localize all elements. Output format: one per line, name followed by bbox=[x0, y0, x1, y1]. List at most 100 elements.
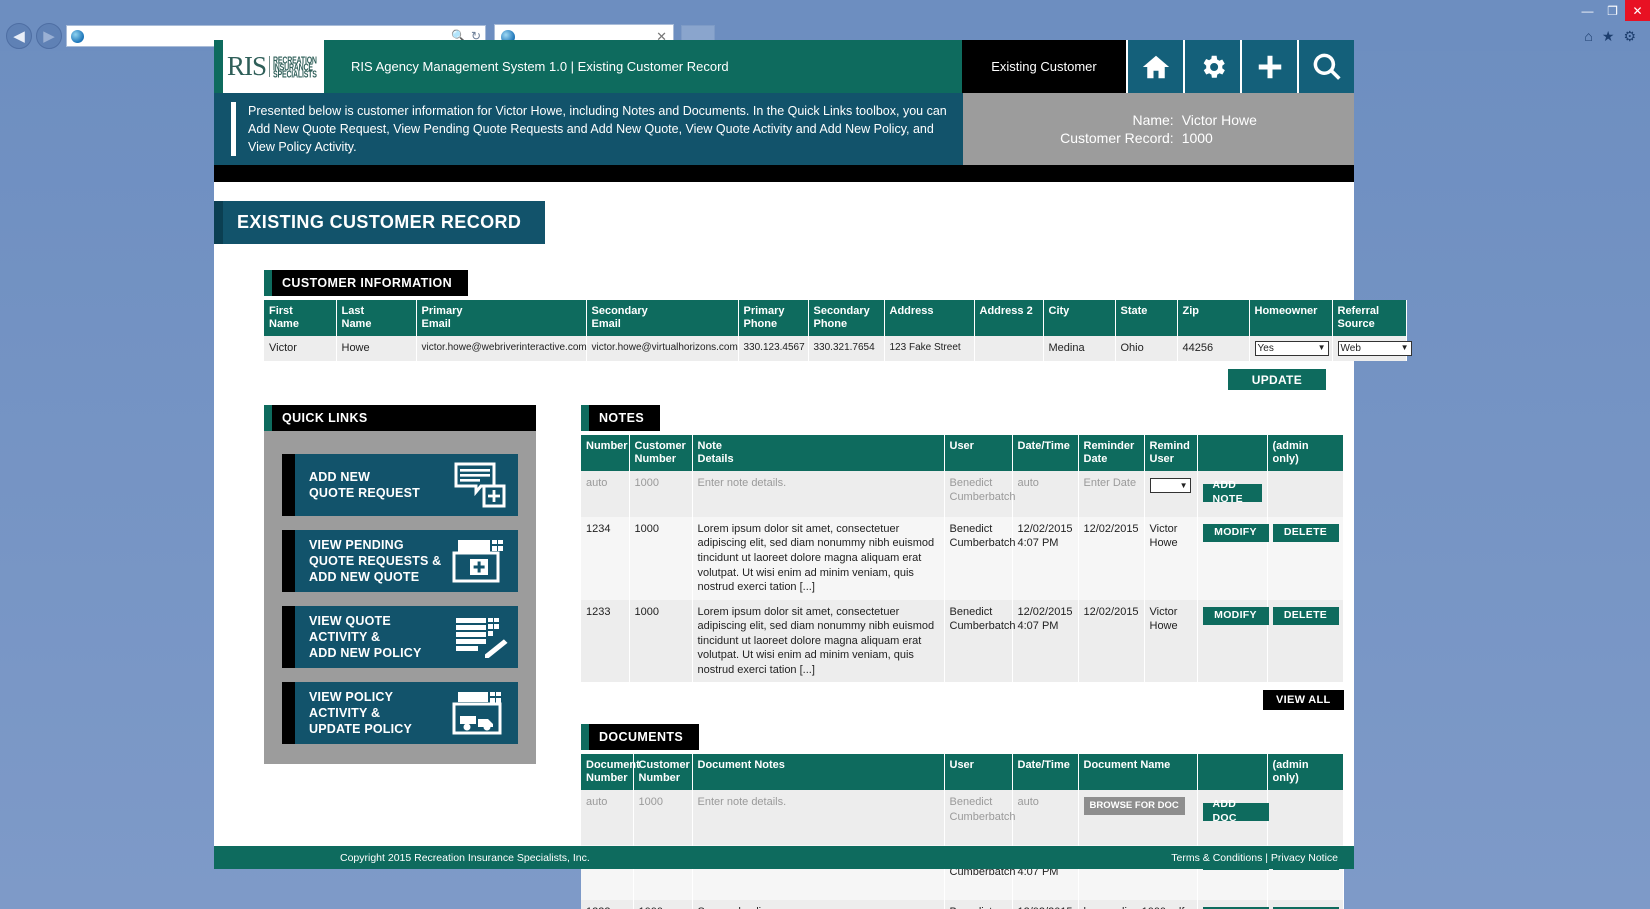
privacy-link[interactable]: Privacy Notice bbox=[1271, 852, 1338, 864]
logo-ris-text: RIS bbox=[227, 51, 266, 82]
plus-icon[interactable] bbox=[1242, 40, 1297, 93]
cell-primary-phone[interactable]: 330.123.4567 bbox=[738, 336, 808, 361]
delete-button[interactable]: DELETE bbox=[1273, 607, 1339, 625]
intro-band: Presented below is customer information … bbox=[214, 93, 1354, 165]
cell-number: 1234 bbox=[581, 517, 629, 600]
col-first-name: FirstName bbox=[264, 300, 336, 336]
col-customer-number: CustomerNumber bbox=[633, 754, 692, 790]
favorites-icon[interactable]: ★ bbox=[1602, 28, 1615, 45]
cell-datetime: 12/02/20154:07 PM bbox=[1012, 517, 1078, 600]
cell-secondary-email[interactable]: victor.howe@virtualhorizons.com bbox=[586, 336, 738, 361]
cell-user: BenedictCumberbatch bbox=[944, 790, 1012, 845]
back-button[interactable]: ◀ bbox=[6, 23, 32, 49]
customer-information-section: CUSTOMER INFORMATION FirstName LastName … bbox=[214, 244, 1354, 390]
cell-number: auto bbox=[581, 471, 629, 517]
homeowner-select-value: Yes bbox=[1258, 342, 1274, 355]
intro-accent-bar bbox=[231, 102, 236, 156]
quick-link-label: VIEW PENDINGQUOTE REQUESTS &ADD NEW QUOT… bbox=[309, 537, 446, 586]
browse-for-doc-button[interactable]: BROWSE FOR DOC bbox=[1084, 797, 1185, 815]
documents-section: DOCUMENTS DocumentNumber CustomerNumber … bbox=[581, 724, 1344, 909]
page-title: EXISTING CUSTOMER RECORD bbox=[214, 201, 545, 244]
home-icon[interactable]: ⌂ bbox=[1584, 28, 1592, 45]
app-title: RIS Agency Management System 1.0 | Exist… bbox=[324, 40, 962, 93]
document-plus-icon bbox=[446, 461, 510, 509]
quick-link-add-new-quote-request[interactable]: ADD NEWQUOTE REQUEST bbox=[282, 454, 518, 516]
notes-table: Number CustomerNumber NoteDetails User D… bbox=[581, 435, 1344, 682]
customer-information-table: FirstName LastName PrimaryEmail Secondar… bbox=[264, 300, 1407, 361]
cell-customer-number: 1000 bbox=[629, 600, 692, 683]
chevron-down-icon: ▼ bbox=[1401, 343, 1409, 354]
cell-state[interactable]: Ohio bbox=[1115, 336, 1177, 361]
quick-link-view-pending-quote-requests[interactable]: VIEW PENDINGQUOTE REQUESTS &ADD NEW QUOT… bbox=[282, 530, 518, 592]
cell-remind-user[interactable]: ▼ bbox=[1144, 471, 1197, 517]
app-logo[interactable]: RIS RECREATION INSURANCE SPECIALISTS bbox=[214, 40, 324, 93]
add-note-button[interactable]: ADD NOTE bbox=[1203, 484, 1262, 502]
cell-datetime: auto bbox=[1012, 790, 1078, 845]
maximize-button[interactable]: ❐ bbox=[1600, 0, 1625, 21]
remind-user-select[interactable]: ▼ bbox=[1150, 478, 1191, 493]
cell-first-name[interactable]: Victor bbox=[264, 336, 336, 361]
quick-link-view-quote-activity[interactable]: VIEW QUOTEACTIVITY &ADD NEW POLICY bbox=[282, 606, 518, 668]
homeowner-select[interactable]: Yes ▼ bbox=[1255, 341, 1329, 356]
notes-new-row: auto 1000 Enter note details. BenedictCu… bbox=[581, 471, 1343, 517]
modify-button[interactable]: MODIFY bbox=[1203, 524, 1269, 542]
cell-datetime: 12/02/20154:07 PM bbox=[1012, 900, 1078, 909]
customer-record-label: Customer Record: bbox=[1060, 130, 1174, 146]
table-header-row: FirstName LastName PrimaryEmail Secondar… bbox=[264, 300, 1406, 336]
delete-button[interactable]: DELETE bbox=[1273, 524, 1339, 542]
cell-address[interactable]: 123 Fake Street bbox=[884, 336, 974, 361]
web-page: RIS RECREATION INSURANCE SPECIALISTS RIS… bbox=[214, 40, 1354, 869]
reminder-date-input[interactable]: Enter Date bbox=[1078, 471, 1144, 517]
cell-last-name[interactable]: Howe bbox=[336, 336, 416, 361]
quick-link-view-policy-activity[interactable]: VIEW POLICYACTIVITY &UPDATE POLICY bbox=[282, 682, 518, 744]
cell-primary-email[interactable]: victor.howe@webriverinteractive.com bbox=[416, 336, 586, 361]
browser-window: — ❐ ✕ ◀ ▶ 🔍 ↻ ✕ ⌂ ★ ⚙ bbox=[0, 0, 1650, 909]
home-icon[interactable] bbox=[1128, 40, 1183, 93]
documents-caption: DOCUMENTS bbox=[581, 724, 699, 750]
documents-new-row: auto 1000 Enter note details. BenedictCu… bbox=[581, 790, 1343, 845]
modify-button[interactable]: MODIFY bbox=[1203, 607, 1269, 625]
cell-address2[interactable] bbox=[974, 336, 1043, 361]
cell-referral-source[interactable]: Web ▼ bbox=[1332, 336, 1406, 361]
document-notes-input[interactable]: Enter note details. bbox=[692, 790, 944, 845]
window-controls: — ❐ ✕ bbox=[1575, 0, 1650, 21]
col-secondary-email: SecondaryEmail bbox=[586, 300, 738, 336]
search-icon[interactable] bbox=[1299, 40, 1354, 93]
cell-customer-number: 1000 bbox=[629, 517, 692, 600]
gear-icon[interactable] bbox=[1185, 40, 1240, 93]
col-datetime: Date/Time bbox=[1012, 435, 1078, 471]
quick-links-box: ADD NEWQUOTE REQUEST VIEW PENDINGQUOTE R… bbox=[264, 431, 536, 764]
intro-text-container: Presented below is customer information … bbox=[214, 93, 963, 165]
col-document-notes: Document Notes bbox=[692, 754, 944, 790]
notes-view-all-button[interactable]: VIEW ALL bbox=[1263, 690, 1344, 710]
browser-toolbar-icons: ⌂ ★ ⚙ bbox=[1584, 28, 1644, 45]
col-user: User bbox=[944, 754, 1012, 790]
cell-city[interactable]: Medina bbox=[1043, 336, 1115, 361]
col-primary-phone: PrimaryPhone bbox=[738, 300, 808, 336]
close-window-button[interactable]: ✕ bbox=[1625, 0, 1650, 21]
minimize-button[interactable]: — bbox=[1575, 0, 1600, 21]
update-button[interactable]: UPDATE bbox=[1228, 369, 1326, 390]
cell-note-details: Lorem ipsum dolor sit amet, consectetuer… bbox=[692, 600, 944, 683]
note-details-input[interactable]: Enter note details. bbox=[692, 471, 944, 517]
content-columns: QUICK LINKS ADD NEWQUOTE REQUEST VIEW PE… bbox=[214, 405, 1354, 909]
referral-source-select[interactable]: Web ▼ bbox=[1338, 341, 1412, 356]
col-note-details: NoteDetails bbox=[692, 435, 944, 471]
cell-document-notes: Scanned policy bbox=[692, 900, 944, 909]
cell-remind-user: VictorHowe bbox=[1144, 517, 1197, 600]
col-last-name: LastName bbox=[336, 300, 416, 336]
col-address: Address bbox=[884, 300, 974, 336]
add-doc-button[interactable]: ADD DOC bbox=[1203, 803, 1269, 821]
quick-link-label: ADD NEWQUOTE REQUEST bbox=[309, 469, 446, 502]
cell-homeowner[interactable]: Yes ▼ bbox=[1249, 336, 1332, 361]
cell-datetime: auto bbox=[1012, 471, 1078, 517]
terms-link[interactable]: Terms & Conditions bbox=[1171, 852, 1262, 864]
cell-zip[interactable]: 44256 bbox=[1177, 336, 1249, 361]
cell-document-name: howepolicy-1000.pdf bbox=[1078, 900, 1197, 909]
col-number: Number bbox=[581, 435, 629, 471]
forward-button[interactable]: ▶ bbox=[36, 23, 62, 49]
settings-icon[interactable]: ⚙ bbox=[1623, 28, 1636, 45]
cell-secondary-phone[interactable]: 330.321.7654 bbox=[808, 336, 884, 361]
cell-document-number: auto bbox=[581, 790, 633, 845]
documents-pencil-icon bbox=[446, 613, 510, 661]
